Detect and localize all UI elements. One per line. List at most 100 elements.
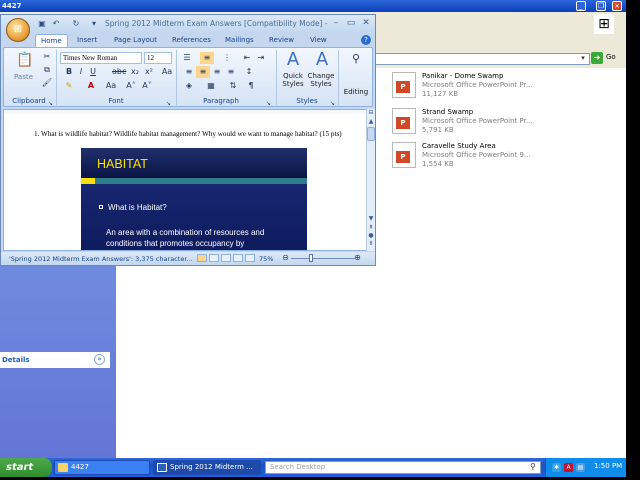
grow-font-icon[interactable]: A˄ [124,80,138,92]
dialog-launcher-icon[interactable]: ↘ [330,100,337,107]
go-button[interactable]: ➜ Go [591,52,623,66]
taskbar-button-word[interactable]: Spring 2012 Midterm ... [153,460,261,475]
slide-divider-bar [81,178,307,184]
document-area[interactable]: 1. What is wildlife habitat? Wildlife ha… [3,109,367,251]
network-icon[interactable]: ▤ [576,463,585,472]
shading-icon[interactable]: ◈ [182,80,196,92]
close-icon[interactable]: ✕ [359,17,373,29]
zoom-slider[interactable] [291,258,355,259]
powerpoint-badge-icon: P [396,117,410,129]
borders-icon[interactable]: ▦ [204,80,218,92]
zoom-out-icon[interactable]: ⊖ [281,253,290,262]
editing-label: Editing [343,88,369,96]
save-icon[interactable]: ▣ [37,19,47,29]
change-case-icon[interactable]: Aa [104,80,118,92]
full-screen-view-icon[interactable] [209,254,219,262]
close-icon[interactable]: × [612,1,622,11]
minimize-icon[interactable]: _ [576,1,586,11]
format-painter-icon[interactable]: 🖌 [40,77,54,89]
align-left-icon[interactable]: ≡ [182,66,196,78]
next-page-icon[interactable]: ⇟ [367,240,375,248]
slide-bullet: What is Habitat? [108,203,167,212]
start-button[interactable]: start [0,458,52,477]
browse-object-icon[interactable]: ● [367,232,375,240]
address-dropdown-icon[interactable]: ▾ [578,54,588,64]
address-input[interactable] [372,53,590,65]
redo-icon[interactable]: ↻ [71,19,81,29]
clear-format-icon[interactable]: Aa [160,66,174,78]
tab-page-layout[interactable]: Page Layout [109,34,162,47]
taskbar-button-explorer[interactable]: 4427 [54,460,150,475]
print-layout-view-icon[interactable] [197,254,207,262]
word-window: ▣ ↶ ↻ ▾ Spring 2012 Midterm Exam Answers… [0,14,376,266]
styles-group-label: Styles [296,97,318,105]
align-center-icon[interactable]: ≡ [196,66,210,78]
increase-indent-icon[interactable]: ⇥ [254,52,268,64]
ati-icon[interactable]: A [564,463,573,472]
scroll-down-icon[interactable]: ▼ [367,215,375,223]
ribbon-tabs: Home Insert Page Layout References Maili… [1,33,375,47]
undo-icon[interactable]: ↶ [51,19,61,29]
quick-styles-label: Quick Styles [282,72,304,88]
show-marks-icon[interactable]: ¶ [244,80,258,92]
align-right-icon[interactable]: ≡ [210,66,224,78]
strikethrough-icon[interactable]: abc [112,66,126,78]
font-size-combo[interactable]: 12 [144,52,172,64]
previous-page-icon[interactable]: ⇞ [367,224,375,232]
scroll-up-icon[interactable]: ▲ [367,118,375,126]
powerpoint-file-icon: P [392,142,416,168]
web-layout-view-icon[interactable] [221,254,231,262]
maximize-icon[interactable]: ❐ [596,1,606,11]
binoculars-icon: ⚲ [351,52,361,65]
decrease-indent-icon[interactable]: ⇤ [240,52,254,64]
file-item[interactable]: P Strand Swamp Microsoft Office PowerPoi… [392,106,592,138]
dialog-launcher-icon[interactable]: ↘ [166,100,173,107]
minimize-icon[interactable]: – [329,17,343,29]
cut-icon[interactable]: ✂ [40,51,54,63]
font-name-combo[interactable]: Times New Roman [60,52,142,64]
tab-view[interactable]: View [305,34,332,47]
superscript-icon[interactable]: x² [142,66,156,78]
details-panel-header[interactable]: Details » [0,352,110,368]
powerpoint-file-icon: P [392,72,416,98]
embedded-slide[interactable]: HABITAT What is Habitat? An area with a … [81,148,307,250]
dialog-launcher-icon[interactable]: ↘ [266,100,273,107]
desktop-search-input[interactable]: Search Desktop [265,461,541,474]
subscript-icon[interactable]: x₂ [128,66,142,78]
underline-icon[interactable]: U [86,66,100,78]
qat-dropdown-icon[interactable]: ▾ [89,19,99,29]
copy-icon[interactable]: ⧉ [40,64,54,76]
vertical-scrollbar[interactable]: ⊟ ▲ ▼ ⇞ ● ⇟ [366,109,375,251]
tab-review[interactable]: Review [264,34,299,47]
zoom-in-icon[interactable]: ⊕ [353,253,362,262]
tab-references[interactable]: References [167,34,216,47]
dialog-launcher-icon[interactable]: ↘ [48,100,55,107]
bullets-icon[interactable]: ☰ [180,52,194,64]
chevron-down-icon[interactable]: » [94,354,105,365]
shrink-font-icon[interactable]: A˅ [140,80,154,92]
search-icon[interactable]: ⚲ [530,462,540,472]
outline-view-icon[interactable] [233,254,243,262]
font-color-icon[interactable]: A [84,80,98,92]
draft-view-icon[interactable] [245,254,255,262]
tab-insert[interactable]: Insert [72,34,102,47]
line-spacing-icon[interactable]: ↕ [242,66,256,78]
ruler [4,110,366,114]
ruler-toggle-icon[interactable]: ⊟ [367,109,375,117]
zoom-slider-handle[interactable] [309,254,313,262]
bluetooth-icon[interactable]: ✱ [552,463,561,472]
justify-icon[interactable]: ≡ [224,66,238,78]
file-item[interactable]: P Caravelle Study Area Microsoft Office … [392,140,592,172]
scroll-thumb[interactable] [367,127,375,141]
highlight-icon[interactable]: ✎ [62,80,76,92]
zoom-level[interactable]: 75% [259,255,273,263]
multilevel-list-icon[interactable]: ⋮ [220,52,234,64]
restore-icon[interactable]: ▭ [344,17,358,29]
tab-mailings[interactable]: Mailings [220,34,259,47]
file-type: Microsoft Office PowerPoint Pr... [422,117,533,125]
numbering-icon[interactable]: ≡ [200,52,214,64]
sort-icon[interactable]: ⇅ [226,80,240,92]
tab-home[interactable]: Home [35,34,68,47]
help-icon[interactable]: ? [361,35,371,45]
file-item[interactable]: P Panikar - Dome Swamp Microsoft Office … [392,70,592,102]
